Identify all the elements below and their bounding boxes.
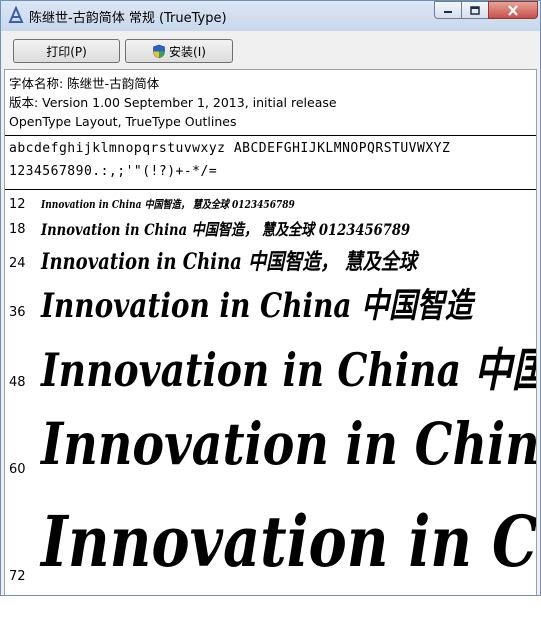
minimize-icon <box>444 11 452 13</box>
sample-text: Innovation in China 中国智造， 慧及全球 012345678… <box>41 198 295 211</box>
sample-row-24: 24 Innovation in China 中国智造， 慧及全球 <box>5 244 536 276</box>
font-outlines-text: OpenType Layout, TrueType Outlines <box>9 114 237 129</box>
sample-size-label: 36 <box>9 305 26 320</box>
toolbar: 打印(P) 安装(I) <box>1 31 540 69</box>
sample-size-label: 48 <box>9 375 26 390</box>
sample-text: Innovation in China 中国智造， 慧及全球 <box>41 249 417 275</box>
sample-size-label: 72 <box>9 569 26 584</box>
minimize-button[interactable] <box>434 1 462 19</box>
sample-row-36: 36 Innovation in China 中国智造 <box>5 278 536 328</box>
sample-text: Innovation in China 中国智造， 慧及全球 012345678… <box>41 220 411 239</box>
sample-size-label: 60 <box>9 462 26 477</box>
font-app-icon <box>8 6 24 23</box>
sample-size-label: 12 <box>9 197 26 212</box>
sample-row-60: 60 Innovation in China <box>5 406 537 486</box>
maximize-icon <box>470 5 480 15</box>
divider <box>5 189 536 190</box>
sample-row-12: 12 Innovation in China 中国智造， 慧及全球 012345… <box>5 194 536 214</box>
maximize-button[interactable] <box>461 1 489 19</box>
close-button[interactable] <box>488 1 538 19</box>
sample-text: Innovation in China 中国智造 <box>41 286 473 326</box>
sample-size-label: 18 <box>9 222 26 237</box>
sample-text: Innovation in China 中国 <box>41 343 537 397</box>
sample-text: Innovation in China <box>41 500 537 583</box>
font-viewer-window: 陈继世-古韵简体 常规 (TrueType) 打印(P) 安装(I) 字体名称:… <box>0 0 541 596</box>
sample-row-72: 72 Innovation in China <box>5 494 537 594</box>
sample-text: Innovation in China <box>41 410 537 478</box>
divider <box>5 135 536 136</box>
sample-row-48: 48 Innovation in China 中国 <box>5 332 537 397</box>
print-button-label: 打印(P) <box>46 44 87 59</box>
title-bar[interactable]: 陈继世-古韵简体 常规 (TrueType) <box>1 1 540 31</box>
font-preview-pane[interactable]: 字体名称: 陈继世-古韵简体 版本: Version 1.00 Septembe… <box>4 69 537 595</box>
sample-size-label: 24 <box>9 256 26 271</box>
uac-shield-icon <box>153 44 165 58</box>
font-info: 字体名称: 陈继世-古韵简体 版本: Version 1.00 Septembe… <box>9 74 337 131</box>
window-title: 陈继世-古韵简体 常规 (TrueType) <box>29 11 227 26</box>
close-icon <box>508 4 518 16</box>
font-name-text: 字体名称: 陈继世-古韵简体 <box>9 76 160 91</box>
print-button[interactable]: 打印(P) <box>13 39 120 63</box>
sample-row-18: 18 Innovation in China 中国智造， 慧及全球 012345… <box>5 216 536 242</box>
font-version-text: 版本: Version 1.00 September 1, 2013, init… <box>9 95 337 110</box>
install-button[interactable]: 安装(I) <box>125 39 233 63</box>
install-button-label: 安装(I) <box>169 44 206 59</box>
glyph-set-numbers: 1234567890.:,;'"(!?)+-*/= <box>9 164 218 179</box>
glyph-set-letters: abcdefghijklmnopqrstuvwxyz ABCDEFGHIJKLM… <box>9 141 451 156</box>
